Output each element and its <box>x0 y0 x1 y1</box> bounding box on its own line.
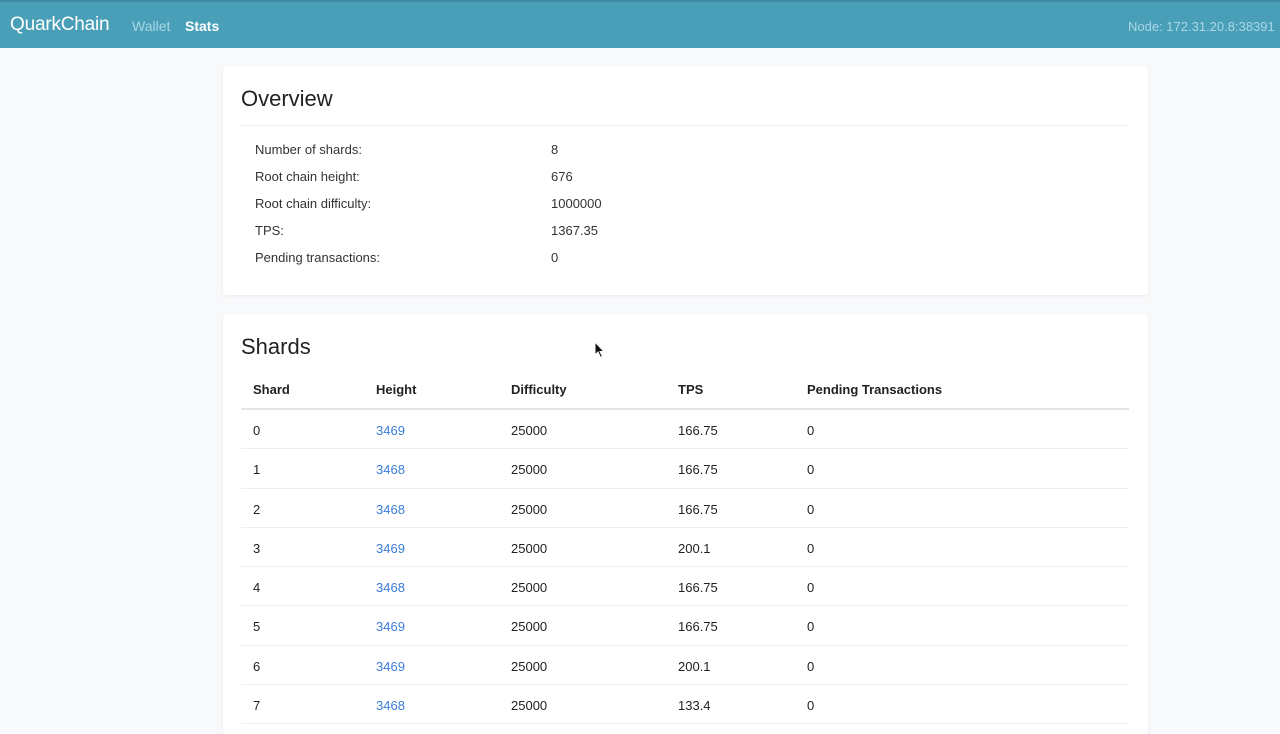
height-link[interactable]: 3469 <box>376 541 405 556</box>
column-header-height: Height <box>376 382 417 397</box>
nav-link-wallet[interactable]: Wallet <box>132 18 170 34</box>
cell-shard: 2 <box>253 501 261 517</box>
cell-pending: 0 <box>807 540 815 556</box>
overview-value: 8 <box>551 142 559 157</box>
cell-tps: 166.75 <box>678 580 718 596</box>
nav-link-stats[interactable]: Stats <box>185 18 219 34</box>
cell-difficulty: 25000 <box>511 540 548 556</box>
height-link[interactable]: 3468 <box>376 580 405 595</box>
cell-pending: 0 <box>807 501 815 517</box>
overview-row-tps: TPS: 1367.35 <box>255 223 755 243</box>
cell-difficulty: 25000 <box>511 501 548 517</box>
brand-logo-text[interactable]: QuarkChain <box>10 14 110 36</box>
cell-tps: 166.75 <box>678 501 718 517</box>
cell-shard: 7 <box>253 698 261 714</box>
column-header-difficulty: Difficulty <box>511 382 567 397</box>
top-navbar: QuarkChain Wallet Stats Node: 172.31.20.… <box>0 0 1280 48</box>
overview-title: Overview <box>241 86 333 111</box>
cell-difficulty: 25000 <box>511 462 548 478</box>
height-link[interactable]: 3468 <box>376 502 405 517</box>
node-address: Node: 172.31.20.8:38391 <box>1128 19 1275 34</box>
cell-tps: 133.4 <box>678 698 711 714</box>
table-header: Shard Height Difficulty TPS Pending Tran… <box>241 370 1129 410</box>
column-header-tps: TPS <box>678 382 704 397</box>
cell-shard: 5 <box>253 619 261 635</box>
cell-pending: 0 <box>807 658 815 674</box>
cell-shard: 1 <box>253 462 261 478</box>
overview-value: 0 <box>551 250 559 265</box>
cell-difficulty: 25000 <box>511 619 548 635</box>
table-row: 4 3468 25000 166.75 0 <box>241 567 1129 607</box>
cell-shard: 6 <box>253 658 261 674</box>
height-link[interactable]: 3468 <box>376 698 405 713</box>
cell-tps: 200.1 <box>678 540 711 556</box>
cell-pending: 0 <box>807 580 815 596</box>
table-row: 5 3469 25000 166.75 0 <box>241 606 1129 646</box>
height-link[interactable]: 3469 <box>376 423 405 438</box>
overview-card: Overview Number of shards: 8 Root chain … <box>223 66 1148 295</box>
shards-card: Shards Shard Height Difficulty TPS Pendi… <box>223 314 1148 734</box>
cell-pending: 0 <box>807 619 815 635</box>
cell-shard: 0 <box>253 423 261 438</box>
cell-difficulty: 25000 <box>511 423 548 438</box>
height-link[interactable]: 3469 <box>376 659 405 674</box>
overview-label: Root chain difficulty: <box>255 196 372 211</box>
cell-shard: 3 <box>253 540 261 556</box>
cell-tps: 166.75 <box>678 619 718 635</box>
overview-label: Root chain height: <box>255 169 360 184</box>
column-header-pending: Pending Transactions <box>807 382 943 397</box>
cell-shard: 4 <box>253 580 261 596</box>
column-header-shard: Shard <box>253 382 290 397</box>
overview-value: 676 <box>551 169 573 184</box>
cell-pending: 0 <box>807 423 815 438</box>
shards-table: Shard Height Difficulty TPS Pending Tran… <box>241 370 1129 725</box>
overview-value: 1367.35 <box>551 223 598 238</box>
overview-label: Pending transactions: <box>255 250 381 265</box>
overview-row-shards: Number of shards: 8 <box>255 142 755 162</box>
overview-row-pending: Pending transactions: 0 <box>255 250 755 270</box>
cell-pending: 0 <box>807 698 815 714</box>
table-row: 2 3468 25000 166.75 0 <box>241 489 1129 528</box>
shards-title: Shards <box>241 334 311 359</box>
overview-value: 1000000 <box>551 196 602 211</box>
overview-label: TPS: <box>255 223 284 238</box>
overview-row-root-height: Root chain height: 676 <box>255 169 755 189</box>
mouse-cursor-icon <box>594 341 606 359</box>
cell-tps: 166.75 <box>678 423 718 438</box>
table-row: 1 3468 25000 166.75 0 <box>241 449 1129 489</box>
cell-difficulty: 25000 <box>511 698 548 714</box>
table-row: 3 3469 25000 200.1 0 <box>241 528 1129 568</box>
overview-divider <box>241 125 1129 126</box>
cell-difficulty: 25000 <box>511 658 548 674</box>
table-row: 0 3469 25000 166.75 0 <box>241 410 1129 450</box>
height-link[interactable]: 3468 <box>376 462 405 477</box>
overview-row-root-difficulty: Root chain difficulty: 1000000 <box>255 196 755 216</box>
table-row: 6 3469 25000 200.1 0 <box>241 646 1129 686</box>
overview-label: Number of shards: <box>255 142 362 157</box>
table-row: 7 3468 25000 133.4 0 <box>241 685 1129 725</box>
cell-difficulty: 25000 <box>511 580 548 596</box>
cell-tps: 166.75 <box>678 462 718 478</box>
cell-tps: 200.1 <box>678 658 711 674</box>
cell-pending: 0 <box>807 462 815 478</box>
height-link[interactable]: 3469 <box>376 619 405 634</box>
